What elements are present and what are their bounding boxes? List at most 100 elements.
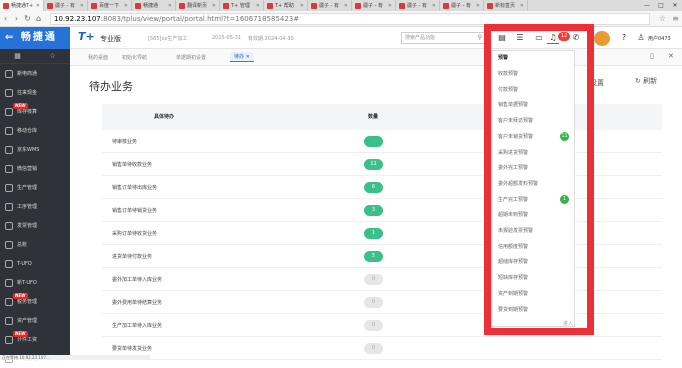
sidebar-item[interactable]: 新电商通 <box>0 64 70 83</box>
browser-tab[interactable]: 疆子 - 有 ✕ <box>396 0 440 11</box>
sidebar-item[interactable]: 库存核算 NEW <box>0 102 70 121</box>
tab-favicon-icon <box>179 2 185 9</box>
refresh-button[interactable]: ↻ 刷新 <box>635 76 657 86</box>
tab-close-icon[interactable]: ✕ <box>124 3 128 9</box>
tab-close-icon[interactable]: ✕ <box>520 3 524 9</box>
browser-tab[interactable]: T+ 帮助 ✕ <box>264 0 308 11</box>
favorite-icon[interactable]: ☆ <box>49 52 55 60</box>
menu-icon[interactable]: ≡ <box>669 14 682 23</box>
sidebar-item[interactable]: 计件工资 NEW <box>0 330 70 349</box>
module-icon <box>5 278 13 287</box>
count-pill[interactable]: 0 <box>364 320 383 331</box>
user-icon[interactable]: ♙ <box>635 32 647 44</box>
tab-close-icon[interactable]: ✕ <box>388 3 392 9</box>
browser-tab-strip: 畅捷通T+ ✕ 疆子 - 有 ✕ 百度一下 ✕ 畅捷通 ✕ 翻译新页 ✕ T+ 管理 ✕ T+ 帮助 ✕ 疆… <box>0 0 682 11</box>
tab-close-icon[interactable]: ✕ <box>432 3 436 9</box>
tab-scroll-icon[interactable]: ▯ <box>650 52 654 60</box>
user-name[interactable]: 用户0473 <box>648 35 671 42</box>
browser-tab[interactable]: 疆子 - 有 ✕ <box>308 0 352 11</box>
browser-tab[interactable]: 疆子 - 有 ✕ <box>440 0 484 11</box>
sidebar-item[interactable]: 工序管理 <box>0 197 70 216</box>
minimize-icon[interactable]: — <box>640 0 654 11</box>
grid-icon[interactable]: ▦ <box>14 52 21 60</box>
tab-close-icon[interactable]: ✕ <box>246 54 250 60</box>
count-pill[interactable] <box>364 136 383 147</box>
count-pill[interactable]: 11 <box>364 159 383 170</box>
sidebar-item[interactable]: 生产管理 <box>0 178 70 197</box>
star-icon[interactable]: ☆ <box>656 14 669 23</box>
close-window-icon[interactable]: ✕ <box>668 0 682 11</box>
sidebar-item[interactable]: 新T-UFO <box>0 273 70 292</box>
count-pill[interactable]: 0 <box>364 274 383 285</box>
browser-tab-label: 疆子 - 有 <box>55 3 75 9</box>
sidebar-item[interactable]: 资产管理 <box>0 311 70 330</box>
tab-todo[interactable]: 待办 ✕ <box>230 52 254 62</box>
module-icon <box>5 335 13 344</box>
module-icon <box>5 88 13 97</box>
count-pill[interactable]: 1 <box>364 228 383 239</box>
help-icon[interactable]: ? <box>618 32 630 44</box>
page-title: 待办业务 <box>89 80 133 93</box>
sidebar-item[interactable]: 微信营销 <box>0 159 70 178</box>
company-name[interactable]: [565]xx生产加工 <box>148 35 187 42</box>
sidebar-item-label: 工序管理 <box>17 204 38 210</box>
url-field[interactable]: 10.92.23.107:8083/tplus/view/portal/port… <box>50 12 650 25</box>
tab-my-desktop[interactable]: 我的桌面 <box>88 54 108 61</box>
tab-close-icon[interactable]: ✕ <box>476 3 480 9</box>
app-logo[interactable]: ⇐ 畅捷通 <box>0 27 70 49</box>
forward-icon[interactable]: › <box>11 14 22 23</box>
browser-tab[interactable]: 畅捷通 ✕ <box>132 0 176 11</box>
tab-close-icon[interactable]: ✕ <box>36 3 40 9</box>
tab-todo-label: 待办 <box>234 54 245 60</box>
sidebar-item[interactable]: 京东WMS <box>0 140 70 159</box>
back-icon[interactable]: ‹ <box>0 14 11 23</box>
tab-init-nav[interactable]: 初始化导航 <box>122 54 147 61</box>
browser-tab[interactable]: T+ 管理 ✕ <box>220 0 264 11</box>
count-pill[interactable]: 3 <box>364 205 383 216</box>
module-icon <box>5 183 13 192</box>
tab-close-icon[interactable]: ✕ <box>80 3 84 9</box>
module-icon <box>5 202 13 211</box>
count-pill[interactable]: 0 <box>364 297 383 308</box>
browser-tab[interactable]: 新标签页 ✕ <box>484 0 528 11</box>
browser-tab[interactable]: 疆子 - 有 ✕ <box>44 0 88 11</box>
maximize-icon[interactable]: □ <box>654 0 668 11</box>
mascot-icon[interactable] <box>594 31 610 46</box>
sidebar-item-label: 新电商通 <box>17 71 38 77</box>
tab-favicon-icon <box>267 2 273 9</box>
tab-favicon-icon <box>487 2 493 9</box>
sidebar-item[interactable]: 发票管理 <box>0 216 70 235</box>
tab-close-icon[interactable]: ✕ <box>212 3 216 9</box>
browser-tab[interactable]: 翻译新页 ✕ <box>176 0 220 11</box>
count-pill[interactable]: 5 <box>364 251 383 262</box>
tab-close-all-icon[interactable]: ✕ <box>668 52 674 60</box>
home-icon[interactable]: ⌂ <box>33 14 44 23</box>
browser-tab[interactable]: 疆子 - 有 ✕ <box>352 0 396 11</box>
tab-doc-init[interactable]: 单据期初设置 <box>176 54 206 61</box>
sidebar-item[interactable]: 往来现金 <box>0 83 70 102</box>
tab-favicon-icon <box>47 2 53 9</box>
tab-favicon-icon <box>399 2 405 9</box>
sidebar-item-label: 微信营销 <box>17 166 38 172</box>
browser-tab-label: 疆子 - 有 <box>319 3 339 9</box>
module-icon <box>5 316 13 325</box>
task-name: 销售订单待销货业务 <box>112 208 158 214</box>
sidebar-item[interactable]: 移动仓库 <box>0 121 70 140</box>
browser-tab[interactable]: 畅捷通T+ ✕ <box>0 0 44 11</box>
tab-close-icon[interactable]: ✕ <box>300 3 304 9</box>
count-pill[interactable]: 6 <box>364 182 383 193</box>
tab-close-icon[interactable]: ✕ <box>344 3 348 9</box>
count-pill[interactable]: 0 <box>364 343 383 354</box>
sidebar-item[interactable]: 税务管理 NEW <box>0 292 70 311</box>
reload-icon[interactable]: ↻ <box>22 14 33 23</box>
task-name: 生产加工单待入库业务 <box>112 323 163 329</box>
sidebar-item-label: 生产管理 <box>17 185 38 191</box>
tab-close-icon[interactable]: ✕ <box>256 3 260 9</box>
tab-close-icon[interactable]: ✕ <box>168 3 172 9</box>
browser-tab[interactable]: 百度一下 ✕ <box>88 0 132 11</box>
sidebar-item[interactable]: 总账 <box>0 235 70 254</box>
module-icon <box>5 69 13 78</box>
sidebar-item[interactable]: T-UFO <box>0 254 70 273</box>
search-input[interactable]: 搜索产品功能 ⚲ <box>401 32 486 44</box>
new-badge: NEW <box>13 103 28 109</box>
